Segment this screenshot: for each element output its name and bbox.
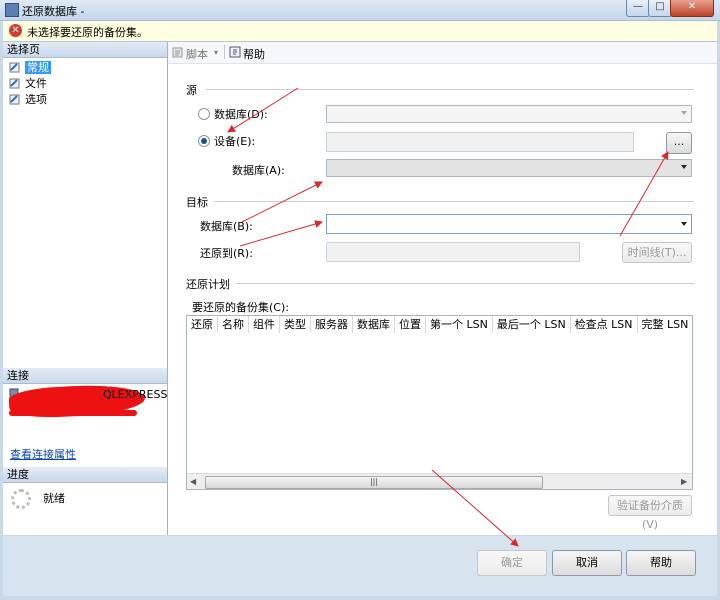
device-radio[interactable] xyxy=(198,135,210,147)
page-item-label: 常规 xyxy=(25,61,51,74)
column-header[interactable]: 第一个 LSN xyxy=(426,316,493,333)
restore-plan-divider xyxy=(236,283,694,284)
progress-status: 就绪 xyxy=(43,492,65,505)
page-item-label: 选项 xyxy=(25,93,47,106)
chevron-down-icon[interactable]: ▾ xyxy=(214,48,218,57)
column-header[interactable]: 名称 xyxy=(218,316,249,333)
device-radio-label: 设备(E): xyxy=(214,135,256,148)
browse-device-button[interactable]: ... xyxy=(666,132,692,154)
source-divider xyxy=(206,89,694,90)
horizontal-scrollbar[interactable]: ◀ ||| ▶ xyxy=(187,473,692,489)
page-item-files[interactable]: 文件 xyxy=(7,76,47,91)
error-icon: ✕ xyxy=(9,24,22,37)
column-header[interactable]: 服务器 xyxy=(311,316,353,333)
redaction-mark-tail xyxy=(9,410,137,416)
database-radio[interactable] xyxy=(198,108,210,120)
destination-database-combo[interactable] xyxy=(326,214,692,234)
view-connection-properties-link[interactable]: 查看连接属性 xyxy=(10,446,76,462)
source-backup-database-combo[interactable] xyxy=(326,159,692,177)
app-icon xyxy=(5,3,19,17)
destination-database-label: 数据库(B): xyxy=(200,220,253,233)
server-name: QLEXPRESS xyxy=(103,388,168,401)
scroll-right-icon[interactable]: ▶ xyxy=(681,477,687,486)
toolbar: 脚本 ▾ 帮助 xyxy=(168,42,717,64)
progress-header: 进度 xyxy=(3,467,167,483)
column-header[interactable]: 类型 xyxy=(280,316,311,333)
column-header[interactable]: 完整 LSN xyxy=(637,316,692,333)
page-icon xyxy=(9,78,21,89)
column-header[interactable]: 位置 xyxy=(395,316,426,333)
table-header-row: 还原 名称 组件 类型 服务器 数据库 位置 第一个 LSN 最后一个 LSN … xyxy=(187,316,692,333)
progress-spinner-icon xyxy=(11,489,31,509)
help-toolbar-button[interactable]: 帮助 xyxy=(243,46,265,62)
dialog-footer: 确定 取消 帮助 xyxy=(3,536,717,596)
main-pane: 脚本 ▾ 帮助 源 数据库(D): 设备(E): ... 数据库(A): 目标 … xyxy=(168,42,717,535)
ok-button[interactable]: 确定 xyxy=(477,550,547,576)
device-input[interactable] xyxy=(326,132,634,152)
page-item-options[interactable]: 选项 xyxy=(7,92,47,107)
script-button[interactable]: 脚本 xyxy=(186,46,208,62)
database-radio-label: 数据库(D): xyxy=(214,108,268,121)
verify-backup-media-button[interactable]: 验证备份介质(V) xyxy=(608,495,692,531)
close-button[interactable]: ✕ xyxy=(670,0,714,17)
column-header[interactable]: 还原 xyxy=(187,316,218,333)
backup-sets-table[interactable]: 还原 名称 组件 类型 服务器 数据库 位置 第一个 LSN 最后一个 LSN … xyxy=(186,315,693,490)
source-database-label: 数据库(A): xyxy=(232,164,285,177)
source-database-combo[interactable] xyxy=(326,105,692,123)
page-item-general[interactable]: 常规 xyxy=(7,60,51,75)
select-page-header: 选择页 xyxy=(3,42,167,58)
scrollbar-thumb[interactable]: ||| xyxy=(205,476,543,489)
restore-to-input[interactable] xyxy=(326,242,580,262)
window-title: 还原数据库 - xyxy=(22,5,85,18)
page-icon xyxy=(9,62,21,73)
restore-plan-header: 还原计划 xyxy=(186,278,230,291)
title-bar: 还原数据库 - — □ ✕ xyxy=(0,0,720,21)
error-message: 未选择要还原的备份集。 xyxy=(27,26,148,39)
restore-to-label: 还原到(R): xyxy=(200,247,253,260)
page-item-label: 文件 xyxy=(25,77,47,90)
script-icon xyxy=(172,46,184,58)
error-bar: ✕ 未选择要还原的备份集。 xyxy=(3,21,717,42)
page-icon xyxy=(9,94,21,105)
cancel-button[interactable]: 取消 xyxy=(552,550,622,576)
backup-sets-label: 要还原的备份集(C): xyxy=(192,301,289,314)
timeline-button[interactable]: 时间线(T)... xyxy=(622,242,692,263)
source-section-header: 源 xyxy=(186,84,197,97)
column-header[interactable]: 检查点 LSN xyxy=(570,316,638,333)
destination-section-header: 目标 xyxy=(186,196,208,209)
connection-header: 连接 xyxy=(3,368,167,384)
column-header[interactable]: 组件 xyxy=(249,316,280,333)
help-button[interactable]: 帮助 xyxy=(626,550,696,576)
destination-divider xyxy=(214,201,694,202)
left-pane: 选择页 常规 文件 选项 连接 QLEXPRESS 查看连接属性 进度 就绪 xyxy=(3,42,168,535)
maximize-button[interactable]: □ xyxy=(648,0,672,17)
column-header[interactable]: 数据库 xyxy=(353,316,395,333)
scroll-left-icon[interactable]: ◀ xyxy=(190,477,196,486)
minimize-button[interactable]: — xyxy=(626,0,650,17)
column-header[interactable]: 最后一个 LSN xyxy=(492,316,571,333)
toolbar-separator xyxy=(224,45,225,59)
help-icon xyxy=(229,46,241,58)
